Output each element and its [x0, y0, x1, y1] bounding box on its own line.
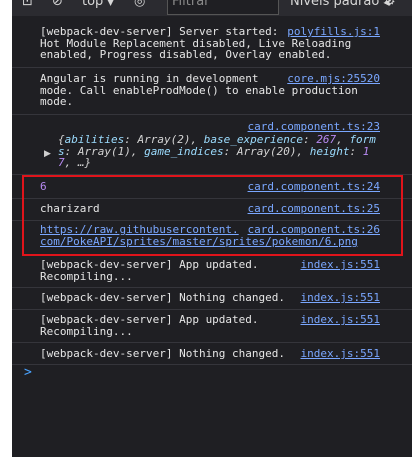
divider	[12, 309, 412, 310]
context-select[interactable]: top ▼	[82, 0, 114, 11]
object-preview[interactable]: {abilities: Array(2), base_experience: 2…	[58, 134, 380, 169]
log-levels-dropdown[interactable]: Níveis padrão ◀	[290, 0, 390, 11]
gear-icon[interactable]: ⚙	[384, 0, 396, 10]
console-message: [webpack-dev-server] Server started: Hot…	[40, 26, 380, 61]
sidebar-toggle-icon[interactable]: ⊡	[22, 0, 33, 10]
divider	[12, 114, 412, 115]
source-link[interactable]: polyfills.js:1	[281, 26, 380, 38]
source-link[interactable]: card.component.ts:23	[241, 121, 380, 133]
divider	[12, 67, 412, 68]
eye-icon[interactable]: ◎	[134, 0, 145, 10]
divider	[12, 342, 412, 343]
context-select-label: top	[82, 0, 104, 9]
source-link[interactable]: index.js:551	[294, 292, 380, 304]
chevron-down-icon: ▼	[107, 0, 114, 7]
source-link[interactable]: index.js:551	[294, 348, 380, 360]
console-message: [webpack-dev-server] App updated. Recomp…	[40, 259, 380, 282]
expand-triangle-icon[interactable]: ▶	[44, 149, 51, 159]
divider	[12, 364, 412, 365]
console-message: [webpack-dev-server] App updated. Recomp…	[40, 314, 380, 337]
source-link[interactable]: core.mjs:25520	[281, 73, 380, 85]
console-message: [webpack-dev-server] Nothing changed. in…	[40, 292, 380, 304]
console-message: Angular is running in development mode. …	[40, 73, 380, 108]
log-levels-label: Níveis padrão	[290, 0, 380, 9]
devtools-console: ⊡ ⊘ top ▼ ◎ Filtrar Níveis padrão ◀ ⚙ [w…	[0, 0, 412, 457]
console-prompt[interactable]: >	[24, 365, 32, 380]
console-message: [webpack-dev-server] Nothing changed. in…	[40, 348, 380, 360]
source-link[interactable]: index.js:551	[294, 259, 380, 271]
source-link[interactable]: index.js:551	[294, 314, 380, 326]
filter-input[interactable]: Filtrar	[167, 0, 279, 15]
divider	[12, 287, 412, 288]
left-edge	[0, 0, 12, 457]
clear-console-icon[interactable]: ⊘	[52, 0, 63, 10]
console-toolbar: ⊡ ⊘ top ▼ ◎ Filtrar Níveis padrão ◀ ⚙	[12, 0, 412, 16]
highlight-box	[22, 175, 403, 256]
filter-placeholder: Filtrar	[172, 0, 210, 9]
